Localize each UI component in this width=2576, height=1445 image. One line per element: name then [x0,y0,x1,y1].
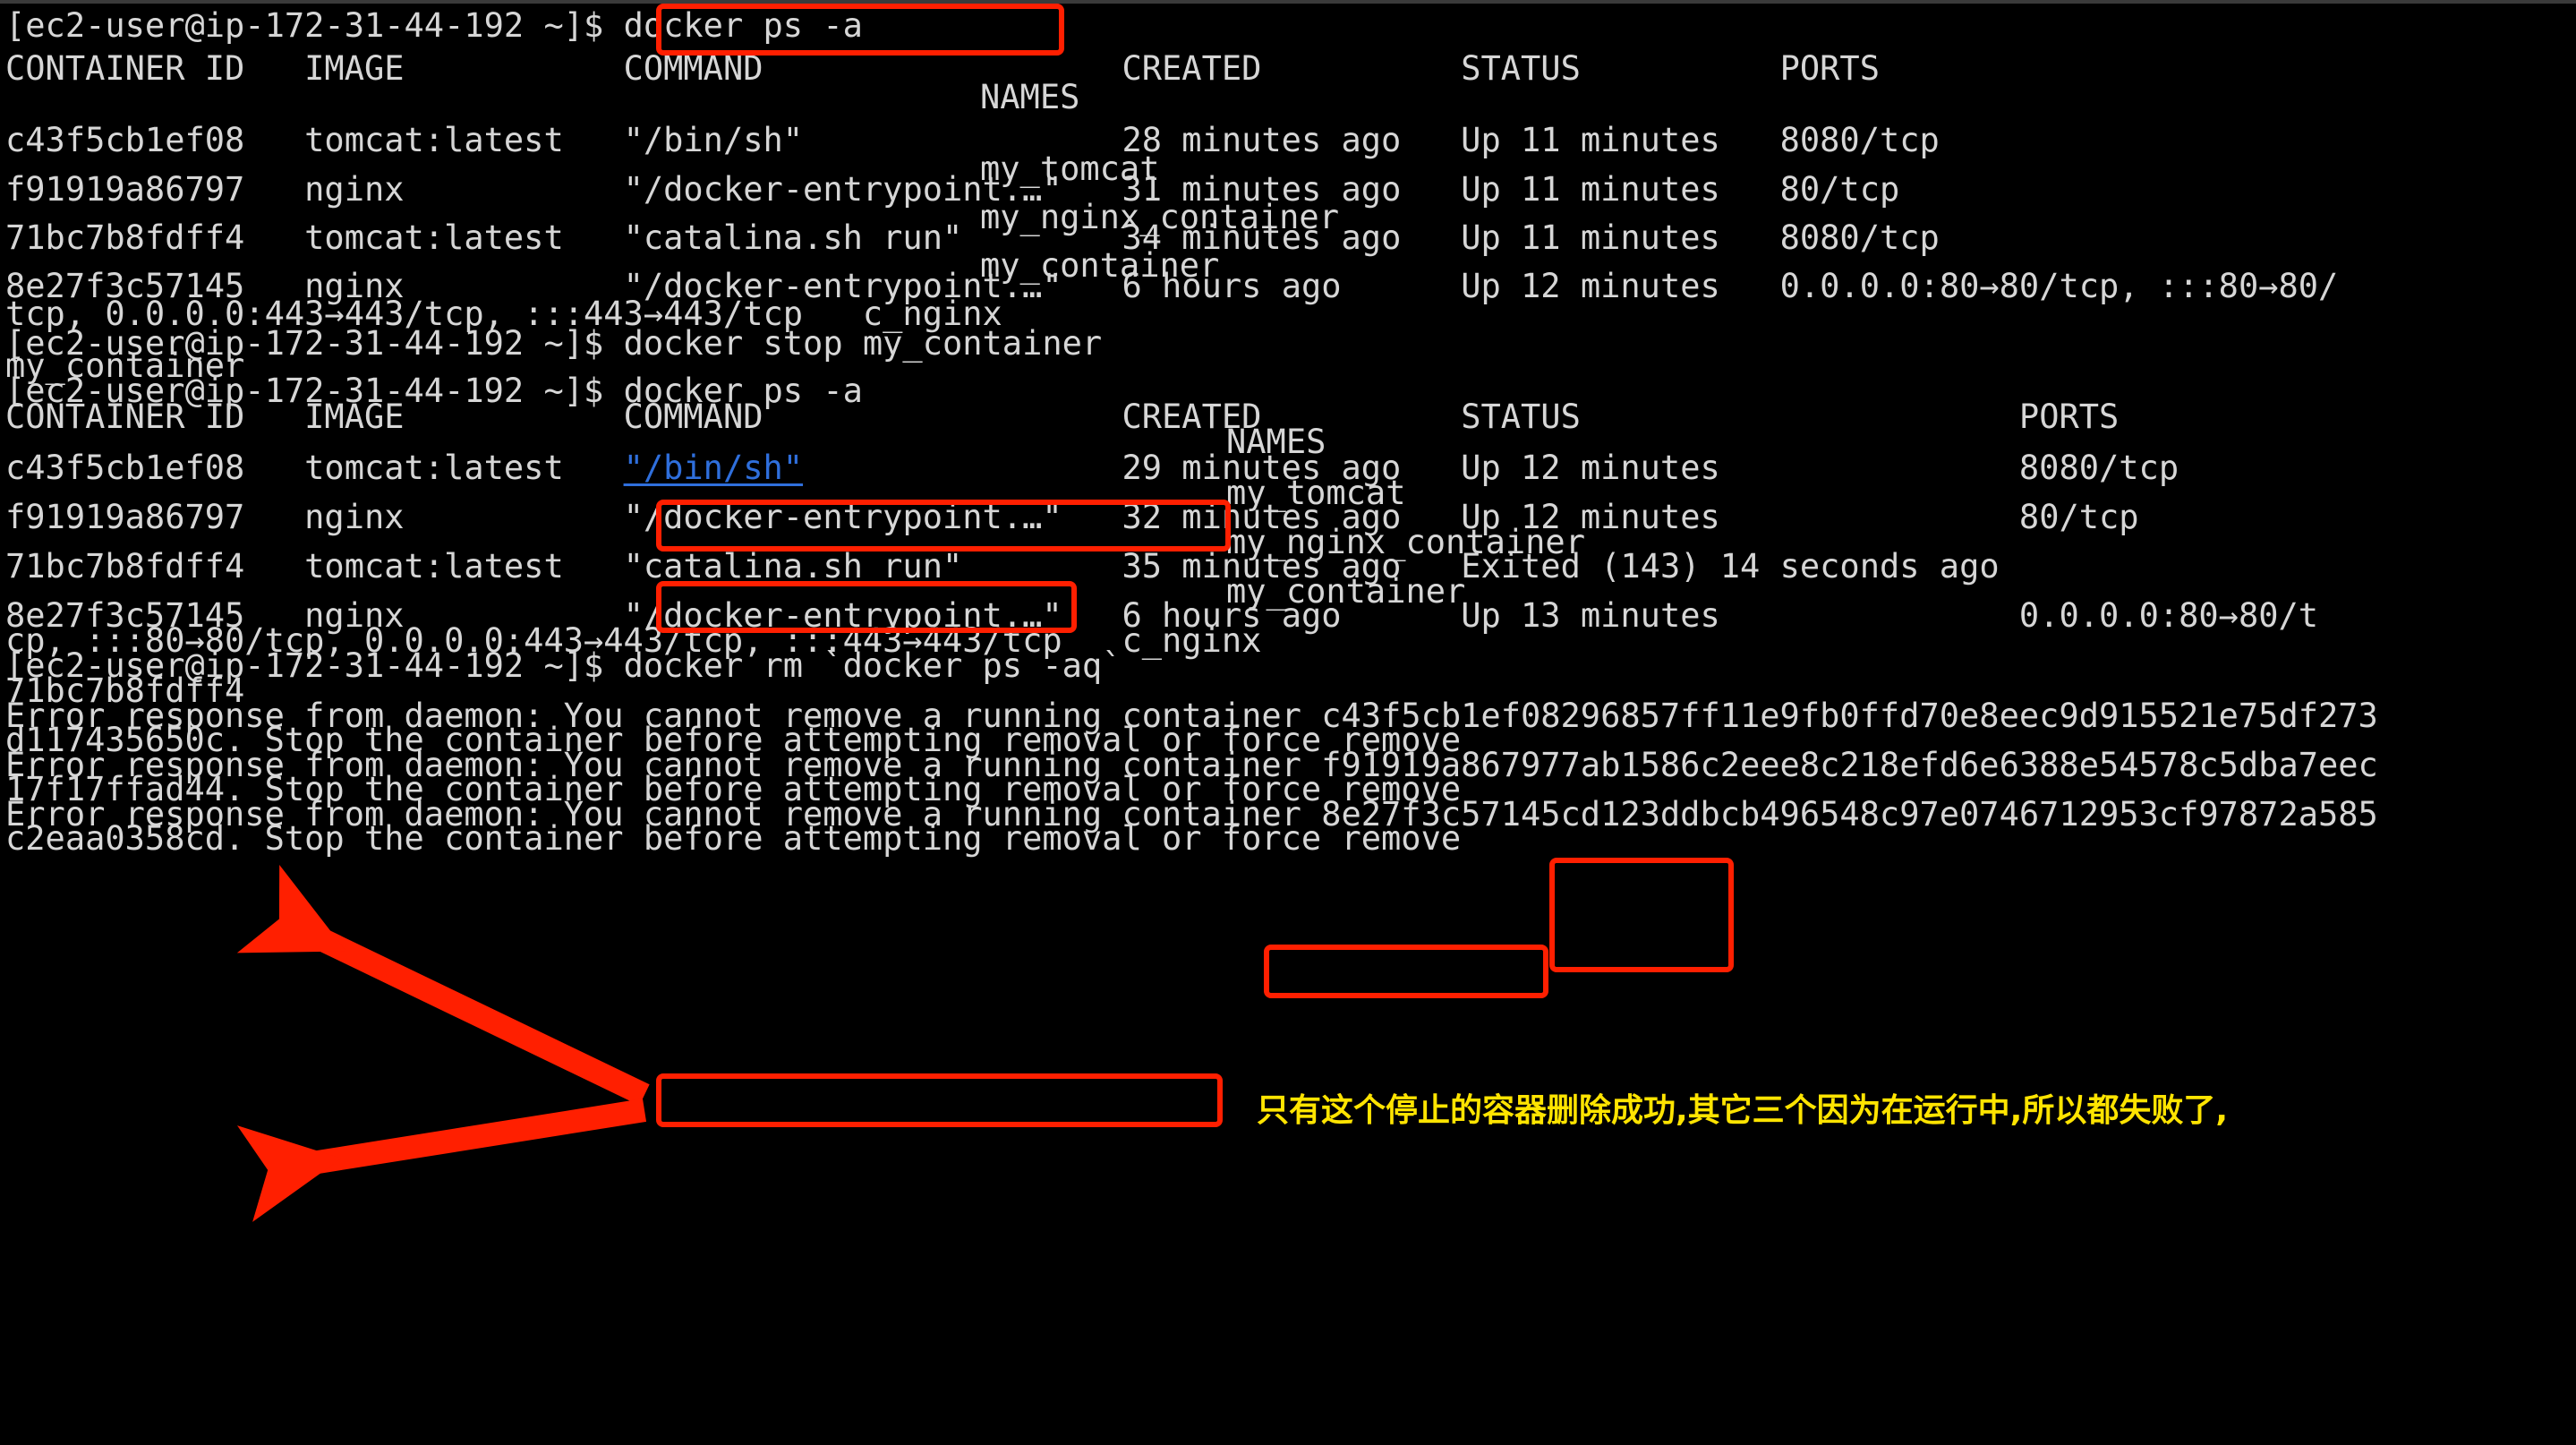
command-docker-stop[interactable]: docker stop my_container [624,324,1103,363]
prompt-line-ps-a-1: [ec2-user@ip-172-31-44-192 ~]$ docker ps… [5,4,863,48]
cell-status-exited: Exited (143) 14 seconds ago [1461,547,2000,586]
th-image: IMAGE [304,398,405,436]
cell-status: Up 11 minutes [1461,170,1720,209]
cell-container-id: f91919a86797 [5,170,245,209]
cell-status: Up 11 minutes [1461,121,1720,159]
table1-header-names: NAMES [980,75,1079,120]
table1-header-row: CONTAINER ID IMAGE COMMAND CREATED STATU… [5,47,1880,91]
cell-ports: 8080/tcp [2018,449,2179,487]
th-created: CREATED [1122,49,1262,88]
cell-image: tomcat:latest [304,218,564,257]
cell-container-id: c43f5cb1ef08 [5,449,245,487]
cell-ports: 80/tcp [1779,170,1900,209]
th-names: NAMES [980,78,1080,116]
cell-image: tomcat:latest [304,449,564,487]
th-ports: PORTS [2018,398,2120,436]
cell-image: nginx [304,170,405,209]
cell-image: nginx [304,498,405,536]
th-command: COMMAND [623,49,763,88]
th-status: STATUS [1461,398,1581,436]
cell-container-id: c43f5cb1ef08 [5,121,245,159]
cell-command: "catalina.sh run" [623,218,963,257]
cell-ports: 80/tcp [2018,498,2139,536]
cell-command-link[interactable]: "/bin/sh" [624,449,803,487]
table2-header-row: CONTAINER ID IMAGE COMMAND CREATED STATU… [5,395,2119,440]
table-row: c43f5cb1ef08 tomcat:latest "/bin/sh" 28 … [5,118,1940,163]
cell-command: "catalina.sh run" [623,547,963,586]
cell-image: tomcat:latest [304,547,564,586]
cell-created: 28 minutes ago [1122,121,1402,159]
shell-prompt: [ec2-user@ip-172-31-44-192 ~]$ [5,6,624,45]
table-row: 71bc7b8fdff4 tomcat:latest "catalina.sh … [5,544,2000,589]
rm-error-line: c2eaa0358cd. Stop the container before a… [5,817,1461,861]
cell-container-id: f91919a86797 [5,498,245,536]
th-image: IMAGE [304,49,405,88]
terminal-screen[interactable]: [ec2-user@ip-172-31-44-192 ~]$ docker ps… [0,4,2576,1445]
chinese-annotation-note: 只有这个停止的容器删除成功,其它三个因为在运行中,所以都失败了, [1257,1092,2229,1129]
th-container-id: CONTAINER ID [5,398,245,436]
terminal-window[interactable]: [ec2-user@ip-172-31-44-192 ~]$ docker ps… [0,0,2576,1445]
cell-status: Up 13 minutes [1461,596,1720,635]
cell-command: "/bin/sh" [623,121,804,159]
cell-ports-part1: 0.0.0.0:80→80/t [2018,596,2319,635]
cell-status: Up 11 minutes [1461,218,1720,257]
cell-ports: 8080/tcp [1779,121,1940,159]
th-status: STATUS [1461,49,1581,88]
th-command: COMMAND [623,398,763,436]
command-ps-a-1[interactable]: docker ps -a [624,6,863,45]
cell-container-id: 71bc7b8fdff4 [5,547,245,586]
command-docker-rm[interactable]: docker rm `docker ps -aq` [624,646,1122,685]
table-row: f91919a86797 nginx "/docker-entrypoint.…… [5,495,2139,540]
table-row: c43f5cb1ef08 tomcat:latest "/bin/sh" 29 … [5,446,2179,491]
cell-status: Up 12 minutes [1461,267,1720,305]
cell-created: 6 hours ago [1122,267,1342,305]
cell-image: tomcat:latest [304,121,564,159]
table-row: 71bc7b8fdff4 tomcat:latest "catalina.sh … [5,216,1940,261]
cell-ports-part1: 0.0.0.0:80→80/tcp, :::80→80/ [1779,267,2339,305]
table-row: f91919a86797 nginx "/docker-entrypoint.…… [5,167,1899,212]
rm-error-text: c2eaa0358cd. Stop the container before a… [5,819,1462,858]
cell-ports: 8080/tcp [1779,218,1940,257]
th-ports: PORTS [1779,49,1880,88]
cell-names: c_nginx [1122,621,1262,660]
th-container-id: CONTAINER ID [5,49,245,88]
cell-container-id: 71bc7b8fdff4 [5,218,245,257]
cell-status: Up 12 minutes [1461,449,1720,487]
cell-command: "/docker-entrypoint.…" [623,498,1062,536]
